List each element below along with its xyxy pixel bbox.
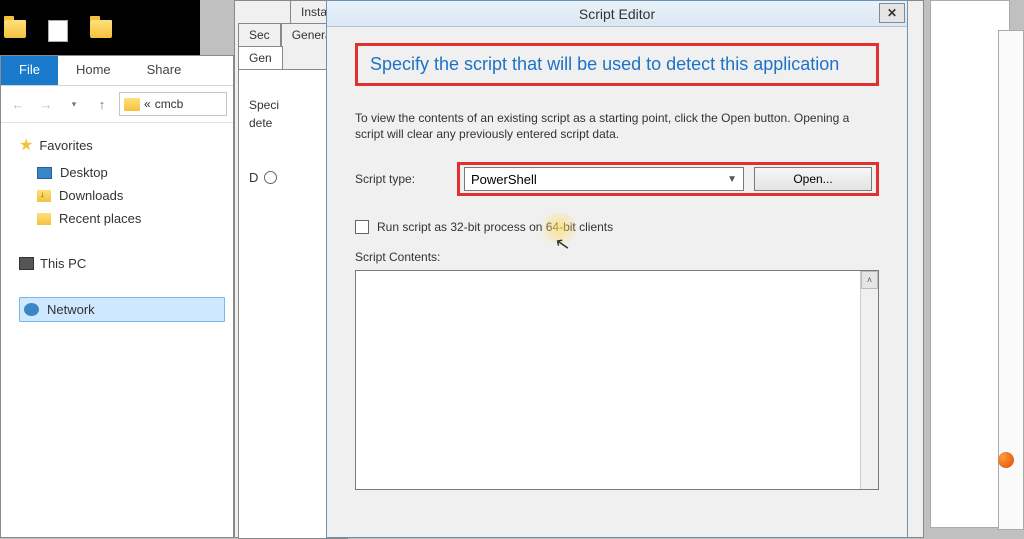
favorites-group[interactable]: ★ Favorites — [19, 135, 225, 155]
close-icon: ✕ — [887, 6, 897, 20]
nav-item-label: Recent places — [59, 211, 141, 226]
nav-item-label: Desktop — [60, 165, 108, 180]
ribbon-home-tab[interactable]: Home — [58, 56, 129, 85]
radio-option[interactable]: D — [249, 170, 337, 185]
address-bar: ← → ▾ ↑ « cmcb — [1, 86, 233, 123]
nav-item-label: Downloads — [59, 188, 123, 203]
script-type-row: Script type: PowerShell ▼ Open... — [355, 162, 879, 196]
navigation-pane: ★ Favorites Desktop Downloads Recent pla… — [1, 123, 233, 537]
chevron-down-icon: ▼ — [727, 174, 737, 185]
run-32bit-checkbox-row[interactable]: Run script as 32-bit process on 64-bit c… — [355, 220, 879, 234]
checkbox-icon[interactable] — [355, 220, 369, 234]
nav-back-button[interactable]: ← — [7, 93, 29, 115]
warning-badge-icon — [998, 452, 1014, 468]
close-button[interactable]: ✕ — [879, 3, 905, 23]
pc-icon — [19, 257, 34, 270]
textarea-inner[interactable] — [356, 271, 860, 489]
folder-icon[interactable] — [4, 20, 26, 38]
dialog-heading: Specify the script that will be used to … — [370, 54, 864, 75]
folder-icon[interactable] — [90, 20, 112, 38]
favorites-label: Favorites — [39, 138, 92, 153]
nav-item-downloads[interactable]: Downloads — [19, 184, 225, 207]
radio-icon — [264, 171, 277, 184]
tab-general-active[interactable]: Gen — [238, 46, 283, 69]
scroll-track[interactable] — [861, 289, 878, 489]
nav-item-recent-places[interactable]: Recent places — [19, 207, 225, 230]
breadcrumb-folder-icon — [124, 98, 140, 111]
scroll-up-button[interactable]: ˄ — [861, 271, 878, 289]
script-type-highlight-box: PowerShell ▼ Open... — [457, 162, 879, 196]
nav-item-network[interactable]: Network — [19, 297, 225, 322]
ribbon-file-tab[interactable]: File — [1, 56, 58, 85]
network-icon — [24, 303, 39, 316]
downloads-icon — [37, 190, 51, 202]
star-icon: ★ — [19, 135, 33, 155]
desktop-icon — [37, 167, 52, 179]
nav-item-desktop[interactable]: Desktop — [19, 161, 225, 184]
script-editor-dialog: Script Editor ✕ Specify the script that … — [326, 0, 908, 538]
dialog-description: To view the contents of an existing scri… — [355, 110, 879, 142]
dialog-titlebar[interactable]: Script Editor ✕ — [327, 1, 907, 27]
radio-label-partial: D — [249, 170, 258, 185]
dialog-body: Specify the script that will be used to … — [327, 27, 907, 537]
breadcrumb-text: cmcb — [155, 97, 184, 111]
nav-item-label: Network — [47, 302, 95, 317]
script-type-value: PowerShell — [471, 172, 537, 187]
documents-icon[interactable] — [48, 20, 68, 42]
recent-places-icon — [37, 213, 51, 225]
heading-highlight-box: Specify the script that will be used to … — [355, 43, 879, 86]
desktop-icons-row — [4, 20, 112, 42]
file-explorer-window: File Home Share ← → ▾ ↑ « cmcb ★ Favorit… — [0, 55, 234, 538]
specify-label-partial: Speci — [249, 98, 337, 112]
open-button[interactable]: Open... — [754, 167, 872, 191]
dialog-title: Script Editor — [579, 6, 655, 22]
script-type-label: Script type: — [355, 172, 441, 186]
nav-up-button[interactable]: ↑ — [91, 93, 113, 115]
breadcrumb-prefix: « — [144, 97, 151, 111]
tab-security[interactable]: Sec — [238, 23, 281, 46]
nav-forward-button[interactable]: → — [35, 93, 57, 115]
nav-dropdown[interactable]: ▾ — [63, 93, 85, 115]
detect-label-partial: dete — [249, 116, 337, 130]
ribbon-tabs: File Home Share — [1, 56, 233, 86]
address-field[interactable]: « cmcb — [119, 92, 227, 116]
this-pc-label: This PC — [40, 256, 86, 271]
ribbon-share-tab[interactable]: Share — [129, 56, 200, 85]
checkbox-label: Run script as 32-bit process on 64-bit c… — [377, 220, 613, 234]
script-contents-textarea[interactable]: ˄ — [355, 270, 879, 490]
this-pc-group[interactable]: This PC — [19, 256, 225, 271]
script-type-select[interactable]: PowerShell ▼ — [464, 167, 744, 191]
script-contents-label: Script Contents: — [355, 250, 879, 264]
vertical-scrollbar[interactable]: ˄ — [860, 271, 878, 489]
